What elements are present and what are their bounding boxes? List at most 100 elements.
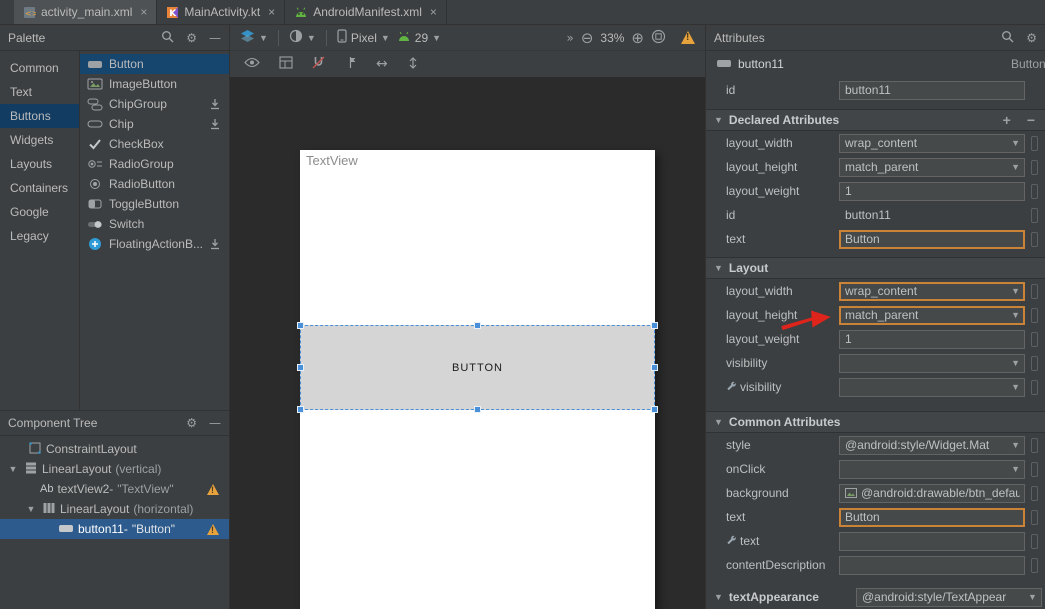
palette-item-radiogroup[interactable]: RadioGroup xyxy=(80,154,229,174)
warning-icon[interactable] xyxy=(681,31,695,44)
flag-icon[interactable] xyxy=(1031,510,1038,525)
palette-item-checkbox[interactable]: CheckBox xyxy=(80,134,229,154)
palette-category-buttons[interactable]: Buttons xyxy=(0,104,79,128)
attr-input[interactable] xyxy=(839,532,1025,551)
zoom-in-icon[interactable]: ⊕ xyxy=(631,29,644,47)
device-artboard[interactable]: TextView BUTTON xyxy=(300,150,655,609)
attr-input-highlighted[interactable]: Button xyxy=(839,508,1025,527)
palette-item-button[interactable]: Button xyxy=(80,54,229,74)
palette-item-togglebutton[interactable]: ToggleButton xyxy=(80,194,229,214)
resize-handle[interactable] xyxy=(297,322,304,329)
palette-category-widgets[interactable]: Widgets xyxy=(0,128,79,152)
default-margins-icon[interactable] xyxy=(407,56,419,73)
minimize-icon[interactable]: — xyxy=(209,31,221,45)
flag-icon[interactable] xyxy=(1031,232,1038,247)
remove-attribute-icon[interactable]: − xyxy=(1027,112,1035,128)
attr-dropdown[interactable]: @android:style/Widget.Mat▼ xyxy=(839,436,1025,455)
palette-category-common[interactable]: Common xyxy=(0,56,79,80)
close-icon[interactable]: × xyxy=(140,5,147,19)
canvas-button[interactable]: BUTTON xyxy=(452,362,503,374)
design-canvas[interactable]: TextView BUTTON xyxy=(230,77,705,609)
add-attribute-icon[interactable]: + xyxy=(1003,112,1011,128)
resize-handle[interactable] xyxy=(651,322,658,329)
attr-input[interactable] xyxy=(839,556,1025,575)
minimize-icon[interactable]: — xyxy=(209,416,221,430)
attr-dropdown[interactable]: ▼ xyxy=(839,354,1025,373)
resize-handle[interactable] xyxy=(474,406,481,413)
tree-item-textview2[interactable]: Ab textView2- "TextView" xyxy=(0,479,229,499)
gear-icon[interactable]: ⚙ xyxy=(186,416,197,430)
flag-icon[interactable] xyxy=(1031,438,1038,453)
resize-handle[interactable] xyxy=(297,406,304,413)
canvas-textview[interactable]: TextView xyxy=(306,153,358,168)
search-icon[interactable] xyxy=(1001,30,1014,46)
attr-input[interactable]: 1 xyxy=(839,182,1025,201)
attr-dropdown[interactable]: match_parent▼ xyxy=(839,158,1025,177)
section-declared-attributes[interactable]: ▼ Declared Attributes + − xyxy=(706,109,1045,131)
flag-icon[interactable] xyxy=(1031,380,1038,395)
attr-input[interactable]: @android:drawable/btn_defau xyxy=(839,484,1025,503)
flag-icon[interactable] xyxy=(1031,486,1038,501)
palette-item-imagebutton[interactable]: ImageButton xyxy=(80,74,229,94)
attr-dropdown-highlighted[interactable]: match_parent▼ xyxy=(839,306,1025,325)
gear-icon[interactable]: ⚙ xyxy=(186,31,197,45)
view-options-eye-icon[interactable] xyxy=(244,57,260,71)
palette-category-google[interactable]: Google xyxy=(0,200,79,224)
warning-icon[interactable] xyxy=(207,484,219,495)
palette-item-switch[interactable]: Switch xyxy=(80,214,229,234)
palette-item-floatingactionbutton[interactable]: FloatingActionB... xyxy=(80,234,229,254)
tab-androidmanifest-xml[interactable]: AndroidManifest.xml × xyxy=(285,0,447,24)
attr-dropdown[interactable]: wrap_content▼ xyxy=(839,134,1025,153)
section-common-attributes[interactable]: ▼ Common Attributes xyxy=(706,411,1045,433)
blueprint-mode-icon[interactable] xyxy=(279,56,293,72)
attr-dropdown[interactable]: ▼ xyxy=(839,378,1025,397)
palette-category-layouts[interactable]: Layouts xyxy=(0,152,79,176)
gear-icon[interactable]: ⚙ xyxy=(1026,31,1037,45)
palette-category-text[interactable]: Text xyxy=(0,80,79,104)
download-icon[interactable] xyxy=(209,238,221,250)
flag-icon[interactable] xyxy=(1031,136,1038,151)
tree-item-button11[interactable]: button11- "Button" xyxy=(0,519,229,539)
attr-input-highlighted[interactable]: Button xyxy=(839,230,1025,249)
resize-handle[interactable] xyxy=(651,406,658,413)
palette-item-chipgroup[interactable]: ChipGroup xyxy=(80,94,229,114)
tree-item-linearlayout-vertical[interactable]: ▼ LinearLayout (vertical) xyxy=(0,459,229,479)
close-icon[interactable]: × xyxy=(268,5,275,19)
zoom-to-fit-icon[interactable] xyxy=(651,29,666,47)
palette-category-containers[interactable]: Containers xyxy=(0,176,79,200)
close-icon[interactable]: × xyxy=(430,5,437,19)
section-layout[interactable]: ▼ Layout xyxy=(706,257,1045,279)
flag-icon[interactable] xyxy=(1031,160,1038,175)
tree-item-linearlayout-horizontal[interactable]: ▼ LinearLayout (horizontal) xyxy=(0,499,229,519)
section-textappearance[interactable]: ▼ textAppearance @android:style/TextAppe… xyxy=(706,585,1045,609)
attr-value[interactable]: button11 xyxy=(839,208,1025,222)
api-version-selector[interactable]: 29 ▼ xyxy=(397,31,441,45)
tab-activity-main-xml[interactable]: <> activity_main.xml × xyxy=(14,0,157,24)
theme-selector[interactable]: ▼ xyxy=(289,29,316,46)
attr-input[interactable]: 1 xyxy=(839,330,1025,349)
device-selector[interactable]: Pixel ▼ xyxy=(337,29,390,46)
flag-icon[interactable] xyxy=(1031,558,1038,573)
flag-icon[interactable] xyxy=(1031,332,1038,347)
attr-dropdown[interactable]: ▼ xyxy=(839,460,1025,479)
selected-linearlayout-strip[interactable]: BUTTON xyxy=(300,325,655,410)
search-icon[interactable] xyxy=(161,30,174,46)
flag-icon[interactable] xyxy=(1031,308,1038,323)
resize-handle[interactable] xyxy=(297,364,304,371)
toolbar-overflow-chevrons[interactable]: » xyxy=(566,31,573,45)
autoconnect-magnet-off-icon[interactable] xyxy=(312,56,325,72)
tab-mainactivity-kt[interactable]: K MainActivity.kt × xyxy=(157,0,285,24)
tree-item-constraintlayout[interactable]: ConstraintLayout xyxy=(0,439,229,459)
attr-dropdown[interactable]: @android:style/TextAppear▼ xyxy=(856,588,1042,607)
design-surface-selector[interactable]: ▼ xyxy=(240,29,268,46)
download-icon[interactable] xyxy=(209,118,221,130)
flag-icon[interactable] xyxy=(1031,208,1038,223)
download-icon[interactable] xyxy=(209,98,221,110)
chevron-down-icon[interactable]: ▼ xyxy=(6,464,20,474)
palette-item-radiobutton[interactable]: RadioButton xyxy=(80,174,229,194)
resize-handle[interactable] xyxy=(651,364,658,371)
flag-icon[interactable] xyxy=(1031,284,1038,299)
flag-icon[interactable] xyxy=(1031,356,1038,371)
resize-handle[interactable] xyxy=(474,322,481,329)
flag-icon[interactable] xyxy=(1031,534,1038,549)
